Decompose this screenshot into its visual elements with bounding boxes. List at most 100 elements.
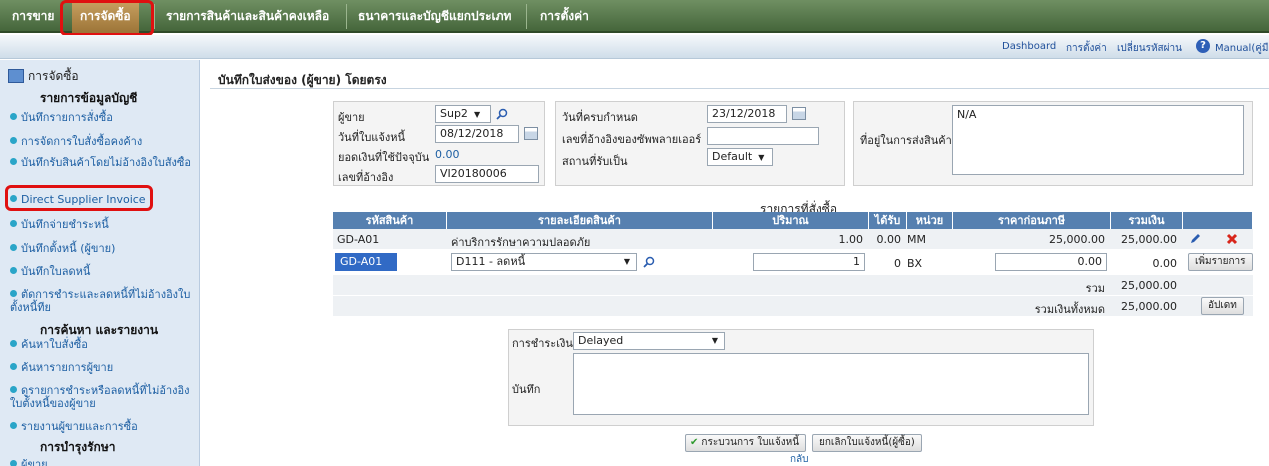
due-panel: วันที่ครบกำหนด 23/12/2018 เลขที่อ้างอิงข… xyxy=(555,101,845,186)
entry-code-input[interactable]: GD-A01 xyxy=(335,253,397,271)
invoice-date-label: วันที่ใบแจ้งหนี้ xyxy=(338,131,405,144)
delivery-address-textarea[interactable]: N/A xyxy=(952,105,1244,175)
col-header-description: รายละเอียดสินค้า xyxy=(447,212,713,229)
row-qty: 1.00 xyxy=(838,233,864,246)
entry-description-select[interactable]: D111 - ลดหนี้ ▼ xyxy=(451,253,637,271)
highlight-purchasing-tab xyxy=(60,0,154,36)
cart-icon xyxy=(8,69,24,83)
supplier-ref-input[interactable] xyxy=(707,127,819,145)
grand-total-value: 25,000.00 xyxy=(1121,300,1177,313)
row-description: ค่าบริการรักษาความปลอดภัย xyxy=(451,236,591,249)
sidebar-item-supplier-invoice[interactable]: บันทึกตั้งหนี้ (ผู้ขาย) xyxy=(10,242,196,255)
dashboard-link[interactable]: Dashboard xyxy=(1002,41,1056,52)
bullet-icon xyxy=(10,422,17,429)
sidebar-item-search-po[interactable]: ค้นหาใบสั่งซื้อ xyxy=(10,338,196,351)
entry-total: 0.00 xyxy=(1152,257,1178,270)
cancel-invoice-button[interactable]: ยกเลิกใบแจ้งหนี้(ผู้ซื้อ) xyxy=(812,434,922,452)
search-icon[interactable] xyxy=(496,108,508,120)
entry-price-input[interactable]: 0.00 xyxy=(995,253,1107,271)
col-header-qty: ปริมาณ xyxy=(713,212,869,229)
bullet-icon xyxy=(10,158,17,165)
entry-received: 0 xyxy=(894,257,901,270)
location-select[interactable]: Default ▼ xyxy=(707,148,773,166)
process-invoice-button[interactable]: ✔ กระบวนการ ใบแจ้งหนี้ xyxy=(685,434,807,452)
help-icon[interactable]: ? xyxy=(1196,39,1210,53)
col-header-unit: หน่วย xyxy=(907,212,953,229)
due-date-input[interactable]: 23/12/2018 xyxy=(707,105,787,123)
entry-row: GD-A01 D111 - ลดหนี้ ▼ 1 0 BX 0.00 0.00 เ… xyxy=(333,250,1253,274)
delivery-panel: ที่อยู่ในการส่งสินค้า N/A xyxy=(853,101,1253,186)
sidebar-item-outstanding-po[interactable]: การจัดการใบสั่งซื้อคงค้าง xyxy=(10,135,196,148)
sidebar-item-search-suppliers[interactable]: ค้นหารายการผู้ขาย xyxy=(10,361,196,374)
sidebar-header: การจัดซื้อ xyxy=(8,66,79,86)
col-header-received: ได้รับ xyxy=(869,212,907,229)
divider xyxy=(210,88,1269,89)
row-unit: MM xyxy=(907,233,926,246)
tab-banking[interactable]: ธนาคารและบัญชีแยกประเภท xyxy=(350,0,519,33)
reference-input[interactable]: VI20180006 xyxy=(435,165,539,183)
sidebar-section-accounts: รายการข้อมูลบัญชี xyxy=(40,91,138,105)
bullet-icon xyxy=(10,113,17,120)
payment-panel: การชำระเงิน Delayed ▼ บันทึก xyxy=(508,329,1094,426)
sidebar-item-record-po[interactable]: บันทึกรายการสั่งซื้อ xyxy=(10,111,196,124)
grand-total-row: รวมเงินทั้งหมด 25,000.00 อัปเดท xyxy=(333,296,1253,316)
payment-terms-select[interactable]: Delayed ▼ xyxy=(573,332,725,350)
bullet-icon xyxy=(10,386,17,393)
tab-inventory[interactable]: รายการสินค้าและสินค้าคงเหลือ xyxy=(158,0,337,33)
supplier-label: ผู้ขาย xyxy=(338,111,365,124)
calendar-icon[interactable] xyxy=(792,107,806,120)
calendar-icon[interactable] xyxy=(524,127,538,140)
sidebar-item-credit-note[interactable]: บันทึกใบลดหนี้ xyxy=(10,265,196,278)
sidebar-item-allocate[interactable]: ตัดการชำระและลดหนี้ที่ไม่อ้างอิงใบตั้งหน… xyxy=(10,288,196,314)
entry-qty-input[interactable]: 1 xyxy=(753,253,865,271)
delete-icon[interactable] xyxy=(1226,233,1238,245)
tab-sales[interactable]: การขาย xyxy=(4,0,62,33)
sidebar-item-reports[interactable]: รายงานผู้ขายและการซื้อ xyxy=(10,420,196,433)
update-button[interactable]: อัปเดท xyxy=(1201,297,1244,315)
change-password-link[interactable]: เปลี่ยนรหัสผ่าน xyxy=(1117,41,1182,56)
bullet-icon xyxy=(10,460,17,466)
back-link[interactable]: กลับ xyxy=(790,452,809,466)
check-icon: ✔ xyxy=(690,437,699,448)
add-item-button[interactable]: เพิ่มรายการ xyxy=(1188,253,1253,271)
settings-link[interactable]: การตั้งค่า xyxy=(1066,41,1107,56)
supplier-ref-label: เลขที่อ้างอิงของซัพพลายเออร์ xyxy=(562,133,702,146)
bullet-icon xyxy=(10,244,17,251)
bullet-icon xyxy=(10,220,17,227)
col-header-code: รหัสสินค้า xyxy=(333,212,447,229)
balance-label: ยอดเงินที่ใช้ปัจจุบัน xyxy=(338,151,430,164)
col-header-total: รวมเงิน xyxy=(1111,212,1183,229)
payment-terms-label: การชำระเงิน xyxy=(512,337,573,350)
row-price: 25,000.00 xyxy=(1049,233,1105,246)
row-total: 25,000.00 xyxy=(1121,233,1177,246)
bullet-icon xyxy=(10,137,17,144)
sidebar-header-label: การจัดซื้อ xyxy=(28,69,79,83)
sub-navigation: Dashboard การตั้งค่า เปลี่ยนรหัสผ่าน ? M… xyxy=(0,35,1269,59)
row-received: 0.00 xyxy=(876,233,902,246)
location-label: สถานที่รับเป็น xyxy=(562,155,628,168)
memo-textarea[interactable] xyxy=(573,353,1089,415)
tab-settings[interactable]: การตั้งค่า xyxy=(532,0,597,33)
supplier-select[interactable]: Sup2 ▼ xyxy=(435,105,491,123)
sidebar-item-view-allocations[interactable]: ดูรายการชำระหรือลดหนี้ที่ไม่อ้างอิงใบตั้… xyxy=(10,384,196,410)
subtotal-value: 25,000.00 xyxy=(1121,279,1177,292)
top-navigation: การขาย การจัดซื้อ รายการสินค้าและสินค้าค… xyxy=(0,0,1269,33)
entry-unit: BX xyxy=(907,257,923,270)
row-code: GD-A01 xyxy=(337,233,380,246)
reference-label: เลขที่อ้างอิง xyxy=(338,171,394,184)
bullet-icon xyxy=(10,340,17,347)
sidebar-item-receive-goods[interactable]: บันทึกรับสินค้าโดยไม่อ้างอิงใบสั่งซื้อ xyxy=(10,156,196,182)
col-header-price: ราคาก่อนภาษี xyxy=(953,212,1111,229)
invoice-date-input[interactable]: 08/12/2018 xyxy=(435,125,519,143)
sidebar-item-payment[interactable]: บันทึกจ่ายชำระหนี้ xyxy=(10,218,196,231)
edit-icon[interactable] xyxy=(1189,233,1201,245)
manual-link[interactable]: Manual(คู่มือ xyxy=(1215,41,1269,56)
table-row: GD-A01 ค่าบริการรักษาความปลอดภัย 1.00 0.… xyxy=(333,229,1253,249)
search-icon[interactable] xyxy=(643,256,655,268)
grand-total-label: รวมเงินทั้งหมด xyxy=(1034,303,1105,316)
subtotal-row: รวม 25,000.00 xyxy=(333,275,1253,295)
sidebar-item-suppliers[interactable]: ผู้ขาย xyxy=(10,458,196,466)
supplier-panel: ผู้ขาย Sup2 ▼ วันที่ใบแจ้งหนี้ 08/12/2018… xyxy=(333,101,545,186)
bullet-icon xyxy=(10,290,17,297)
sidebar-section-maintenance: การบำรุงรักษา xyxy=(40,440,116,454)
